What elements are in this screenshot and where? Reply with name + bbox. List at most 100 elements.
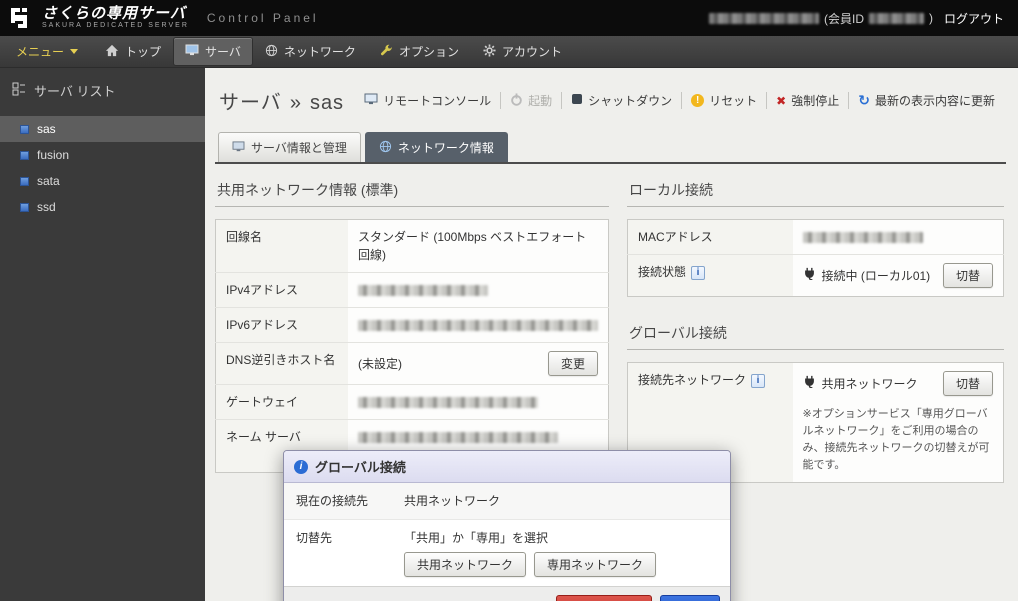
switch-global-button[interactable]: 切替 <box>943 371 993 396</box>
monitor-icon <box>364 93 378 108</box>
tab-label: ネットワーク情報 <box>398 139 494 156</box>
nav-item-label: ネットワーク <box>284 43 356 60</box>
tab-server-info[interactable]: サーバ情報と管理 <box>218 132 361 162</box>
row-label: 接続先ネットワーク <box>628 363 793 405</box>
server-bullet-icon <box>20 203 29 212</box>
warning-icon <box>691 94 704 107</box>
power-icon <box>510 93 523 109</box>
masked-nameserver-value <box>358 432 558 443</box>
logo-subtitle: sakura dedicated server <box>42 22 189 29</box>
top-bar: さくらの専用サーバ sakura dedicated server Contro… <box>0 0 1018 36</box>
logout-link[interactable]: ログアウト <box>944 10 1004 27</box>
nav-item-network[interactable]: ネットワーク <box>254 38 367 65</box>
tab-network-info[interactable]: ネットワーク情報 <box>365 132 508 162</box>
server-tabs: サーバ情報と管理 ネットワーク情報 <box>215 132 1006 164</box>
member-id-prefix: (会員ID <box>824 10 864 27</box>
masked-ipv6-value <box>358 320 598 331</box>
masked-ipv4-value <box>358 285 488 296</box>
row-label: 接続状態 <box>628 255 793 297</box>
home-icon <box>105 44 119 60</box>
switch-local-button[interactable]: 切替 <box>943 263 993 288</box>
row-label: MACアドレス <box>628 220 793 255</box>
global-network-value: 共用ネットワーク <box>822 375 918 393</box>
plug-icon <box>803 267 816 285</box>
row-value: 接続中 (ローカル01) 切替 <box>793 255 1004 297</box>
server-list-item-fusion[interactable]: fusion <box>0 142 205 168</box>
server-list-item-ssd[interactable]: ssd <box>0 194 205 220</box>
nav-item-account[interactable]: アカウント <box>472 38 573 65</box>
server-list-item-sata[interactable]: sata <box>0 168 205 194</box>
sidebar-title-label: サーバ リスト <box>34 81 115 100</box>
nav-item-label: アカウント <box>502 43 562 60</box>
logo-area: さくらの専用サーバ sakura dedicated server Contro… <box>8 5 319 31</box>
change-dns-button[interactable]: 変更 <box>548 351 598 376</box>
server-list-sidebar: サーバ リスト sas fusion sata ssd <box>0 68 205 601</box>
dialog-row-label: 切替先 <box>284 520 396 586</box>
row-value <box>348 273 609 308</box>
list-icon <box>12 82 26 99</box>
section-title: グローバル接続 <box>627 323 1004 350</box>
dialog-row-current: 現在の接続先 共用ネットワーク <box>284 483 730 520</box>
table-row: 接続先ネットワーク 共用ネットワーク 切替 <box>628 363 1004 405</box>
dialog-title: グローバル接続 <box>315 457 406 476</box>
account-area: (会員ID ) ログアウト <box>709 10 1004 27</box>
server-toolbar: リモートコンソール 起動 シャットダウン リセット <box>355 92 1004 109</box>
nav-item-options[interactable]: オプション <box>369 38 470 65</box>
menu-label: メニュー <box>16 43 64 60</box>
confirm-switch-button[interactable]: 切替 <box>660 595 720 601</box>
server-icon <box>185 44 199 59</box>
dialog-body: 現在の接続先 共用ネットワーク 切替先 「共用」か「専用」を選択 共用ネットワー… <box>284 483 730 586</box>
globe-icon <box>379 140 392 156</box>
shutdown-button[interactable]: シャットダウン <box>561 92 681 109</box>
server-list-item-label: fusion <box>37 148 69 162</box>
row-value: スタンダード (100Mbps ベストエフォート回線) <box>348 220 609 273</box>
boot-button[interactable]: 起動 <box>500 92 561 109</box>
toolbar-label: 強制停止 <box>791 92 839 109</box>
remote-console-button[interactable]: リモートコンソール <box>355 92 500 109</box>
main-nav: メニュー トップ サーバ ネットワーク オプション アカウント <box>0 36 1018 68</box>
page-title-section: サーバ <box>219 86 282 115</box>
table-row: MACアドレス <box>628 220 1004 255</box>
shared-network-section: 共用ネットワーク情報 (標準) 回線名 スタンダード (100Mbps ベストエ… <box>215 180 609 483</box>
toolbar-label: リモートコンソール <box>383 92 491 109</box>
shared-network-option-button[interactable]: 共用ネットワーク <box>404 552 526 577</box>
section-title: 共用ネットワーク情報 (標準) <box>215 180 609 207</box>
network-label: 接続先ネットワーク <box>638 373 746 387</box>
target-options: 共用ネットワーク 専用ネットワーク <box>404 552 656 577</box>
plug-icon <box>803 375 816 393</box>
nav-item-server[interactable]: サーバ <box>174 38 252 65</box>
stop-x-icon <box>776 94 786 108</box>
force-stop-button[interactable]: 強制停止 <box>766 92 848 109</box>
server-list-item-sas[interactable]: sas <box>0 116 205 142</box>
reset-button[interactable]: リセット <box>681 92 766 109</box>
row-value: 共用ネットワーク 切替 <box>793 363 1004 405</box>
server-list: sas fusion sata ssd <box>0 116 205 220</box>
row-label: IPv4アドレス <box>216 273 349 308</box>
page-title: サーバ » sas <box>219 86 344 115</box>
server-list-item-label: sata <box>37 174 60 188</box>
sakura-control-panel: さくらの専用サーバ sakura dedicated server Contro… <box>0 0 1018 601</box>
caret-down-icon <box>70 49 78 54</box>
table-row: ゲートウェイ <box>216 385 609 420</box>
tab-label: サーバ情報と管理 <box>251 139 347 156</box>
global-connection-dialog: グローバル接続 現在の接続先 共用ネットワーク 切替先 「共用」か「専用」を選択… <box>283 450 731 601</box>
connection-section: ローカル接続 MACアドレス 接続状態 <box>627 180 1004 483</box>
masked-account-email <box>709 13 819 24</box>
dialog-footer: キャンセル 切替 <box>284 586 730 601</box>
page-title-separator: » <box>290 92 302 115</box>
cancel-button[interactable]: キャンセル <box>556 595 652 601</box>
server-list-item-label: sas <box>37 122 56 136</box>
nav-item-top[interactable]: トップ <box>94 38 172 65</box>
dialog-row-label: 現在の接続先 <box>284 483 396 519</box>
info-icon[interactable] <box>691 266 705 280</box>
table-row: DNS逆引きホスト名 (未設定) 変更 <box>216 343 609 385</box>
menu-dropdown[interactable]: メニュー <box>6 38 92 65</box>
logo-text: さくらの専用サーバ sakura dedicated server <box>42 6 189 29</box>
shutdown-icon <box>571 93 583 108</box>
server-bullet-icon <box>20 177 29 186</box>
info-icon[interactable] <box>751 374 765 388</box>
dedicated-network-option-button[interactable]: 専用ネットワーク <box>534 552 656 577</box>
masked-member-id <box>869 13 924 24</box>
refresh-button[interactable]: 最新の表示内容に更新 <box>848 92 1004 109</box>
local-connection-table: MACアドレス 接続状態 接続中 (ローカ <box>627 219 1004 297</box>
